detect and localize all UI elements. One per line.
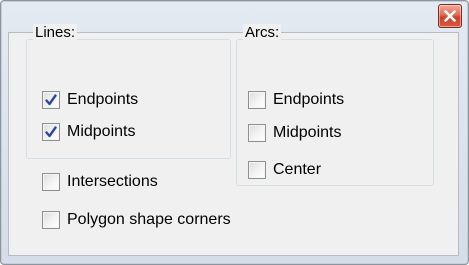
lines-midpoints-label: Midpoints bbox=[67, 123, 136, 140]
checkbox-box[interactable] bbox=[42, 123, 60, 141]
checkbox-box[interactable] bbox=[248, 124, 266, 142]
polygon-corners-label: Polygon shape corners bbox=[67, 211, 231, 228]
close-button[interactable] bbox=[438, 4, 462, 28]
intersections-label: Intersections bbox=[67, 173, 158, 190]
checkbox-box[interactable] bbox=[248, 161, 266, 179]
check-icon bbox=[45, 94, 57, 106]
lines-group-title: Lines: bbox=[33, 24, 78, 42]
polygon-corners-checkbox[interactable]: Polygon shape corners bbox=[42, 209, 231, 231]
arcs-midpoints-checkbox[interactable]: Midpoints bbox=[248, 122, 341, 144]
check-icon bbox=[45, 126, 57, 138]
lines-endpoints-checkbox[interactable]: Endpoints bbox=[42, 89, 138, 111]
close-icon bbox=[444, 10, 456, 22]
checkbox-box[interactable] bbox=[42, 173, 60, 191]
arcs-center-checkbox[interactable]: Center bbox=[248, 159, 321, 181]
lines-endpoints-label: Endpoints bbox=[67, 91, 139, 108]
arcs-endpoints-checkbox[interactable]: Endpoints bbox=[248, 89, 344, 111]
arcs-center-label: Center bbox=[273, 161, 322, 178]
checkbox-box[interactable] bbox=[248, 91, 266, 109]
intersections-checkbox[interactable]: Intersections bbox=[42, 171, 158, 193]
arcs-endpoints-label: Endpoints bbox=[273, 91, 345, 108]
checkbox-box[interactable] bbox=[42, 91, 60, 109]
lines-midpoints-checkbox[interactable]: Midpoints bbox=[42, 121, 135, 143]
arcs-midpoints-label: Midpoints bbox=[273, 124, 342, 141]
checkbox-box[interactable] bbox=[42, 211, 60, 229]
arcs-group-title: Arcs: bbox=[243, 24, 282, 42]
